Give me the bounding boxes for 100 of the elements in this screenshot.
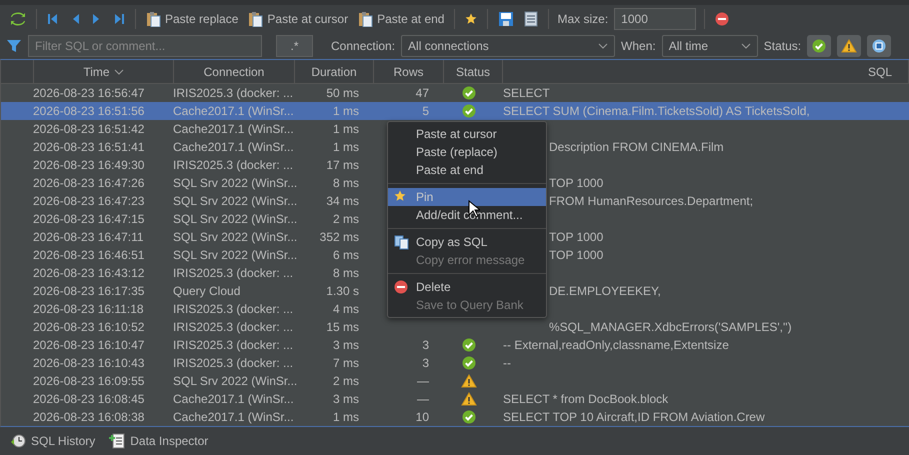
menu-item[interactable]: Copy as SQL — [388, 233, 546, 251]
connection-cell: IRIS2025.3 (docker: ... — [173, 338, 294, 352]
document-icon — [524, 10, 538, 26]
status-ok-icon — [462, 338, 476, 352]
clipboard-icon — [358, 10, 374, 26]
duration-cell: 352 ms — [320, 230, 359, 244]
time-cell: 2026-08-23 16:51:41 — [33, 140, 144, 154]
time-cell: 2026-08-23 16:09:55 — [33, 374, 144, 388]
star-icon — [394, 190, 406, 202]
duration-cell: 2 ms — [332, 212, 359, 226]
time-cell: 2026-08-23 16:51:56 — [33, 104, 144, 118]
time-cell: 2026-08-23 16:49:30 — [33, 158, 144, 172]
duration-cell: 1 ms — [332, 410, 359, 424]
star-icon — [465, 12, 478, 24]
menu-item[interactable]: Pin — [388, 188, 546, 206]
sql-cell: DE.EMPLOYEEKEY, — [549, 284, 661, 298]
connection-label: Connection: — [331, 38, 396, 52]
time-cell: 2026-08-23 16:47:26 — [33, 176, 144, 190]
connection-cell: IRIS2025.3 (docker: ... — [173, 302, 294, 316]
chevron-down-icon — [740, 42, 751, 48]
connection-cell: Cache2017.1 (WinSr... — [173, 122, 294, 136]
time-cell: 2026-08-23 16:08:38 — [33, 410, 144, 424]
duration-cell: 2 ms — [332, 374, 359, 388]
connection-cell: SQL Srv 2022 (WinSr... — [173, 248, 298, 262]
connection-dropdown[interactable]: All connections — [401, 34, 616, 56]
rows-cell: 10 — [416, 410, 429, 424]
status-ok-icon — [462, 104, 476, 118]
max-size-label: Max size: — [557, 12, 608, 26]
refresh-icon[interactable] — [8, 10, 28, 26]
paste-button[interactable]: Paste replace — [144, 10, 240, 26]
time-cell: 2026-08-23 16:10:47 — [33, 338, 144, 352]
status-ok-icon — [462, 356, 476, 370]
sql-cell: SELECT — [503, 86, 550, 100]
when-dropdown[interactable]: All time — [662, 34, 758, 56]
menu-item[interactable]: Add/edit comment... — [388, 206, 546, 224]
column-header[interactable]: Rows — [374, 60, 444, 83]
duration-cell: 8 ms — [332, 176, 359, 190]
column-header[interactable]: Connection — [174, 60, 295, 83]
time-cell: 2026-08-23 16:17:35 — [33, 284, 144, 298]
duration-cell: 3 ms — [332, 338, 359, 352]
duration-cell: 8 ms — [332, 266, 359, 280]
tool-window-tab[interactable]: SQL History — [10, 433, 96, 449]
sql-cell: SELECT SUM (Cinema.Film.TicketsSold) AS TicketsSold, — [503, 104, 810, 118]
menu-item[interactable]: Delete — [388, 278, 546, 296]
menu-item[interactable]: Paste at end — [388, 161, 546, 179]
sql-cell: -- — [503, 356, 511, 370]
column-header[interactable]: Duration — [295, 60, 374, 83]
connection-cell: Cache2017.1 (WinSr... — [173, 392, 294, 406]
clipboard-icon — [146, 10, 161, 26]
time-cell: 2026-08-23 16:47:11 — [33, 230, 144, 244]
sql-cell: -- External,readOnly,classname,Extentsize — [503, 338, 729, 352]
duration-cell: 34 ms — [326, 194, 359, 208]
column-header[interactable]: Time — [34, 60, 174, 83]
time-cell: 2026-08-23 16:11:18 — [33, 302, 144, 316]
sql-cell: Description FROM CINEMA.Film — [549, 140, 724, 154]
sql-cell: SELECT * from DocBook.block — [503, 392, 668, 406]
menu-item[interactable]: Paste (replace) — [388, 143, 546, 161]
paste-button[interactable]: Paste at cursor — [246, 10, 350, 26]
column-header[interactable]: SQL — [503, 60, 909, 83]
status-filter-toggle[interactable] — [837, 34, 862, 56]
copy-icon — [394, 235, 409, 250]
duration-cell: 15 ms — [326, 320, 359, 334]
square-circle-icon — [872, 38, 886, 52]
duration-cell: 7 ms — [332, 356, 359, 370]
sql-cell: TOP 1000 — [549, 248, 604, 262]
time-cell: 2026-08-23 16:43:12 — [33, 266, 144, 280]
document-button[interactable] — [522, 10, 540, 26]
time-cell: 2026-08-23 16:46:51 — [33, 248, 144, 262]
rows-cell: 47 — [416, 86, 429, 100]
connection-cell: Query Cloud — [173, 284, 240, 298]
duration-cell: 4 ms — [332, 302, 359, 316]
clear-button[interactable] — [713, 12, 732, 26]
connection-cell: Cache2017.1 (WinSr... — [173, 104, 294, 118]
duration-cell: 3 ms — [332, 392, 359, 406]
sql-cell: FROM HumanResources.Department; — [549, 194, 754, 208]
tool-window-tab[interactable]: Data Inspector — [109, 433, 208, 449]
regex-button[interactable]: .* — [276, 34, 313, 56]
column-header[interactable]: Status — [444, 60, 503, 83]
duration-cell: 17 ms — [326, 158, 359, 172]
filter-field[interactable]: Filter SQL or comment... — [28, 34, 262, 56]
duration-cell: 1.30 s — [326, 284, 359, 298]
time-cell: 2026-08-23 16:47:23 — [33, 194, 144, 208]
connection-cell: SQL Srv 2022 (WinSr... — [173, 212, 298, 226]
status-filter-toggle[interactable] — [807, 34, 832, 56]
skip-end-icon — [113, 12, 125, 26]
rows-cell: — — [417, 374, 429, 388]
connection-cell: IRIS2025.3 (docker: ... — [173, 266, 294, 280]
rows-cell: — — [417, 392, 429, 406]
connection-cell: SQL Srv 2022 (WinSr... — [173, 374, 298, 388]
minus-circle-icon — [715, 12, 730, 26]
max-size-field[interactable]: 1000 — [614, 8, 696, 30]
status-warning-icon — [460, 374, 476, 388]
status-filter-toggle[interactable] — [867, 34, 892, 56]
paste-button[interactable]: Paste at end — [356, 10, 446, 26]
filter-icon — [6, 38, 22, 54]
menu-item[interactable]: Paste at cursor — [388, 125, 546, 143]
connection-cell: IRIS2025.3 (docker: ... — [173, 158, 294, 172]
connection-cell: IRIS2025.3 (docker: ... — [173, 356, 294, 370]
duration-cell: 1 ms — [332, 104, 359, 118]
warning-icon — [841, 38, 858, 52]
